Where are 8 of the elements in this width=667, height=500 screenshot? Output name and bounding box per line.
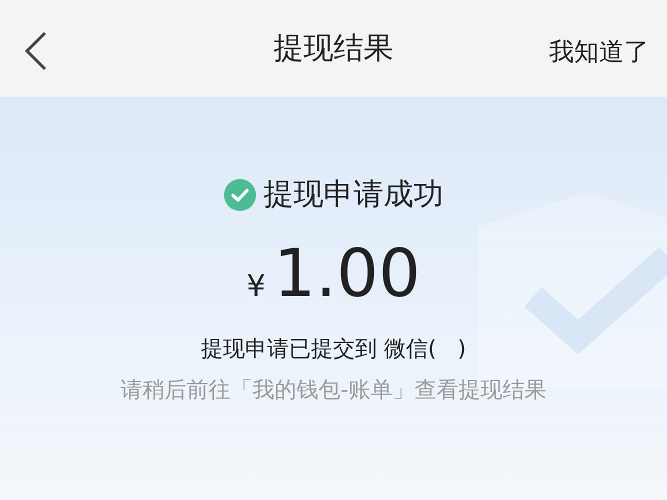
got-it-button[interactable]: 我知道了	[549, 33, 649, 70]
page-title: 提现结果	[274, 30, 394, 68]
hint-text: 请稍后前往「我的钱包-账单」查看提现结果	[120, 377, 546, 405]
back-icon	[24, 31, 48, 71]
amount-text: 1.00	[274, 241, 421, 307]
destination-text: 提现申请已提交到 微信( )	[200, 336, 466, 364]
status-text: 提现申请成功	[264, 176, 444, 214]
currency-symbol: ¥	[246, 268, 266, 306]
